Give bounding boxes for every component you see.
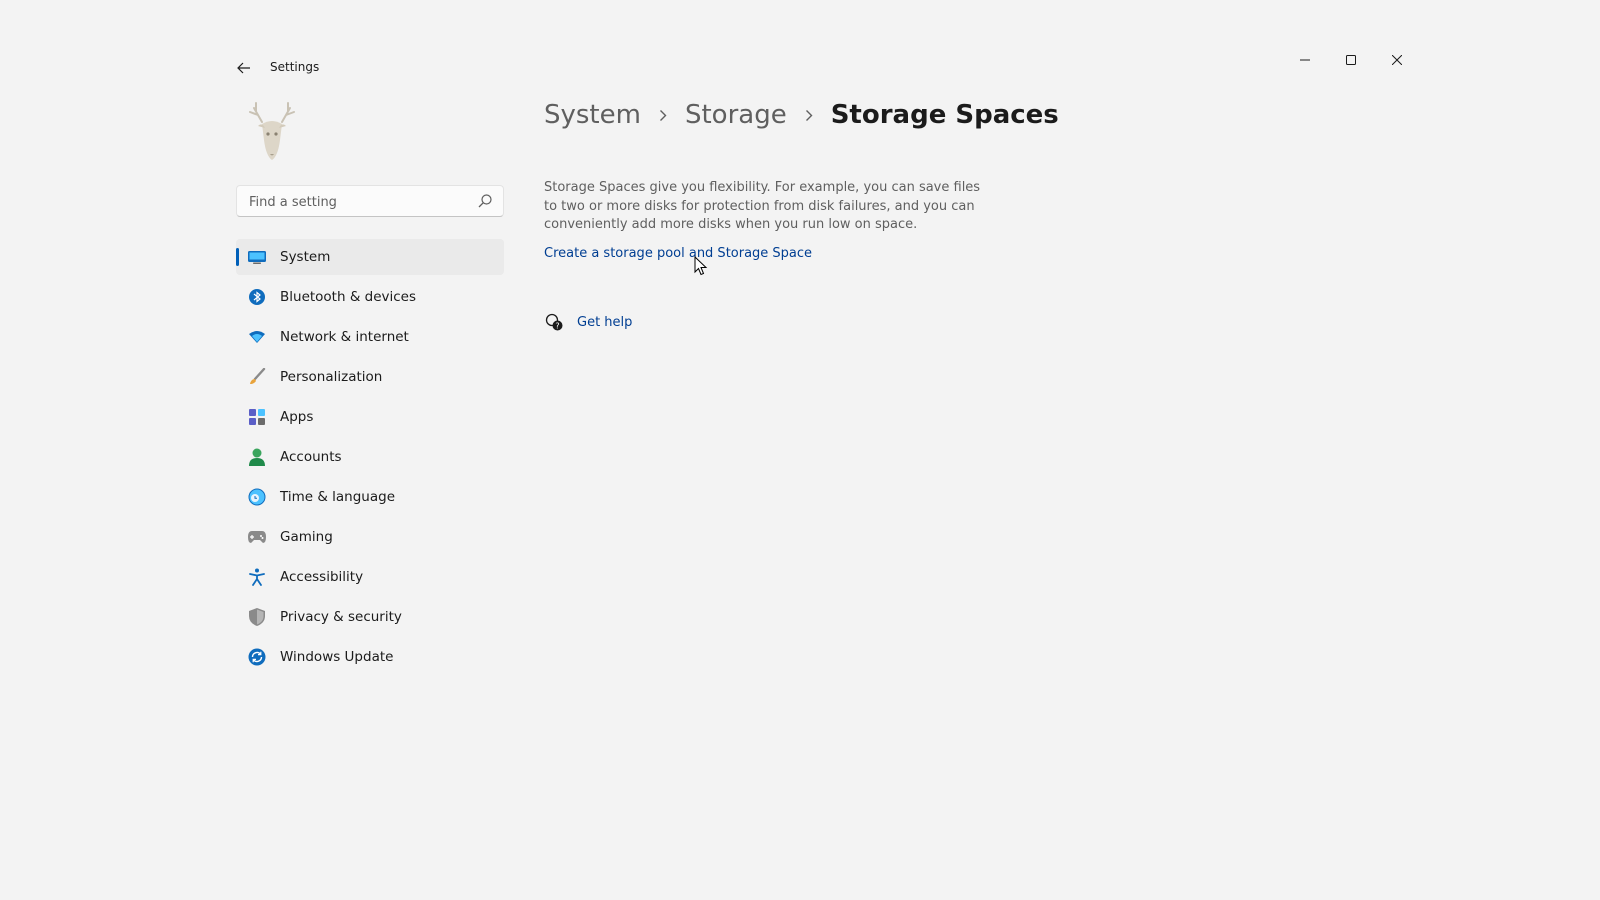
breadcrumb-system[interactable]: System	[544, 100, 641, 130]
chevron-right-icon	[787, 109, 831, 122]
sidebar-item-system[interactable]: System	[236, 239, 504, 275]
sidebar-item-label: Windows Update	[280, 649, 394, 665]
sidebar-nav: System Bluetooth & devices Network & int…	[236, 239, 504, 679]
search-icon[interactable]	[477, 193, 493, 209]
window-controls	[1282, 46, 1420, 74]
sidebar-item-windows-update[interactable]: Windows Update	[236, 639, 504, 675]
maximize-button[interactable]	[1328, 46, 1374, 74]
apps-icon	[248, 408, 266, 426]
sidebar-item-accounts[interactable]: Accounts	[236, 439, 504, 475]
minimize-button[interactable]	[1282, 46, 1328, 74]
bluetooth-icon	[248, 288, 266, 306]
shield-icon	[248, 608, 266, 626]
sidebar-item-label: Apps	[280, 409, 314, 425]
page-title: Storage Spaces	[830, 100, 1059, 130]
help-chat-icon: ?	[544, 312, 564, 332]
brush-icon	[248, 368, 266, 386]
deer-avatar-icon	[249, 102, 295, 160]
create-storage-pool-link[interactable]: Create a storage pool and Storage Space	[544, 246, 812, 261]
accessibility-icon	[248, 568, 266, 586]
sidebar-item-label: Gaming	[280, 529, 333, 545]
sidebar-item-label: System	[280, 249, 331, 265]
svg-text:?: ?	[555, 322, 559, 331]
sidebar-item-accessibility[interactable]: Accessibility	[236, 559, 504, 595]
back-button[interactable]	[230, 56, 258, 80]
maximize-icon	[1346, 55, 1356, 65]
avatar[interactable]	[244, 100, 300, 164]
sidebar-item-label: Personalization	[280, 369, 383, 385]
breadcrumb-storage[interactable]: Storage	[685, 100, 787, 130]
wifi-icon	[248, 328, 266, 346]
globe-clock-icon	[248, 488, 266, 506]
close-icon	[1392, 55, 1402, 65]
update-icon	[248, 648, 266, 666]
gamepad-icon	[248, 528, 266, 546]
system-display-icon	[248, 248, 266, 266]
breadcrumb: System Storage Storage Spaces	[544, 100, 1059, 130]
sidebar-item-label: Bluetooth & devices	[280, 289, 417, 305]
search-input[interactable]	[247, 186, 471, 218]
chevron-right-icon	[641, 109, 685, 122]
get-help-link[interactable]: Get help	[577, 315, 632, 330]
settings-window: Settings Find a setting System Bluetooth…	[0, 0, 1600, 900]
get-help-row[interactable]: ? Get help	[544, 312, 632, 332]
sidebar-item-gaming[interactable]: Gaming	[236, 519, 504, 555]
arrow-left-icon	[237, 62, 250, 74]
close-button[interactable]	[1374, 46, 1420, 74]
storage-spaces-description: Storage Spaces give you flexibility. For…	[544, 180, 981, 232]
mouse-cursor-icon	[694, 256, 708, 276]
sidebar-item-personalization[interactable]: Personalization	[236, 359, 504, 395]
sidebar-item-label: Accounts	[280, 449, 342, 465]
sidebar-item-apps[interactable]: Apps	[236, 399, 504, 435]
sidebar-item-label: Time & language	[280, 489, 396, 505]
window-title: Settings	[270, 60, 320, 74]
sidebar-item-label: Network & internet	[280, 329, 409, 345]
sidebar-item-network[interactable]: Network & internet	[236, 319, 504, 355]
sidebar-item-time-language[interactable]: Time & language	[236, 479, 504, 515]
search-box	[236, 185, 504, 218]
sidebar-item-label: Privacy & security	[280, 609, 402, 625]
sidebar-item-label: Accessibility	[280, 569, 364, 585]
sidebar-item-privacy-security[interactable]: Privacy & security	[236, 599, 504, 635]
person-icon	[248, 448, 266, 466]
sidebar-item-bluetooth[interactable]: Bluetooth & devices	[236, 279, 504, 315]
minimize-icon	[1300, 59, 1310, 61]
